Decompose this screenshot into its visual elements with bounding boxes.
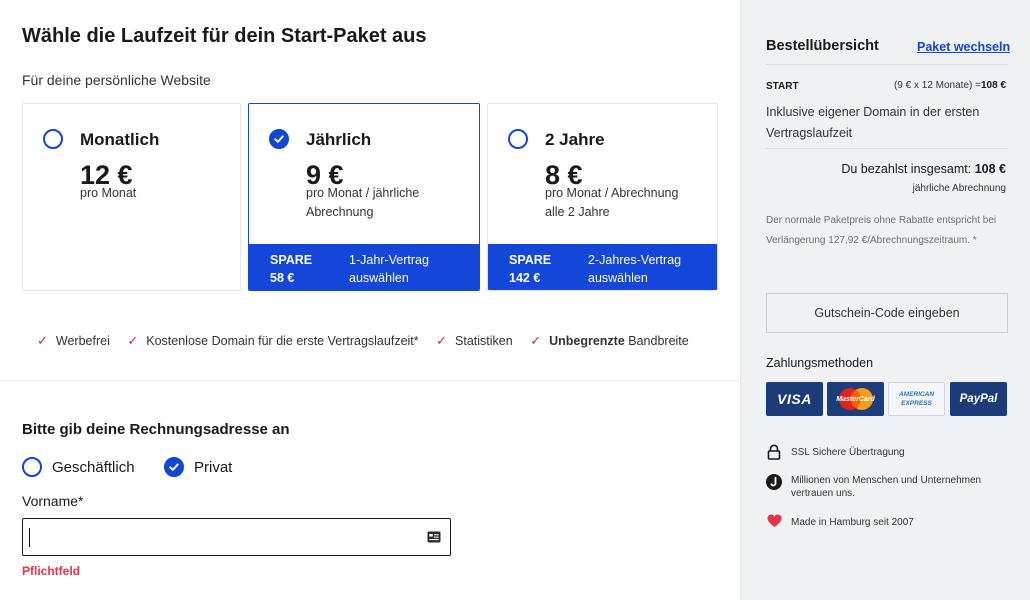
text-caret (29, 528, 30, 547)
visa-logo: VISA (766, 382, 823, 416)
divider (766, 64, 1008, 65)
change-package-link[interactable]: Paket wechseln (917, 40, 1010, 54)
plan-price-unit: pro Monat / Abrechnung alle 2 Jahre (545, 186, 679, 219)
plan-price-unit: pro Monat / jährliche Abrechnung (306, 186, 420, 219)
lock-icon (767, 444, 781, 460)
coupon-code-button[interactable]: Gutschein-Code eingeben (766, 293, 1008, 333)
option-label: Geschäftlich (52, 458, 135, 476)
order-summary-title: Bestellübersicht (766, 38, 879, 54)
trust-customers: Millionen von Menschen und Unternehmen v… (766, 474, 1011, 500)
feature-item: ✓ Werbefrei (37, 333, 110, 348)
plan-cta-bar[interactable]: SPARE 58 € 1-Jahr-Vertrag auswählen (249, 244, 479, 290)
firstname-label: Vorname* (22, 493, 84, 509)
plan-card-2-years[interactable]: 2 Jahre 8 € pro Monat / Abrechnung alle … (487, 103, 718, 291)
plan-card-yearly[interactable]: Jährlich 9 € pro Monat / jährliche Abrec… (248, 103, 480, 291)
checkmark-icon (169, 463, 179, 471)
select-yearly-link[interactable]: 1-Jahr-Vertrag auswählen (349, 251, 429, 287)
plan-radio-yearly[interactable] (269, 129, 289, 149)
checkmark-icon (274, 135, 284, 143)
amex-logo: AMERICAN EXPRESS (888, 382, 945, 416)
mastercard-logo: MasterCard (827, 382, 884, 416)
order-summary-sidebar: Bestellübersicht Paket wechseln START (9… (740, 0, 1030, 600)
plan-title: Jährlich (306, 130, 372, 149)
trust-made-in-hamburg: Made in Hamburg seit 2007 (766, 514, 914, 529)
plan-title: 2 Jahre (545, 130, 605, 149)
payment-methods-title: Zahlungsmethoden (766, 356, 874, 370)
section-divider (0, 380, 740, 381)
feature-list: ✓ Werbefrei ✓ Kostenlose Domain für die er… (37, 333, 703, 349)
plan-radio-2-years[interactable] (508, 129, 528, 149)
checkmark-icon: ✓ (37, 333, 48, 348)
heart-icon (767, 514, 781, 527)
feature-item: ✓ Unbegrenzte Bandbreite (530, 333, 689, 348)
radio-business[interactable] (22, 457, 42, 477)
checkmark-icon: ✓ (127, 333, 139, 348)
total-price: Du bezahlst insgesamt: 108 € (841, 162, 1006, 176)
required-field-error: Pflichtfeld (22, 564, 81, 578)
page-title: Wähle die Laufzeit für dein Start-Paket … (22, 25, 427, 47)
billing-period: jährliche Abrechnung (912, 183, 1006, 194)
price-calculation: (9 € x 12 Monate) =108 € (893, 80, 1006, 91)
main-content: Wähle die Laufzeit für dein Start-Paket … (0, 0, 740, 600)
billing-heading: Bitte gib deine Rechnungsadresse an (22, 421, 290, 438)
feature-item: ✓ Statistiken (436, 333, 513, 348)
contact-card-icon[interactable] (427, 531, 441, 543)
checkmark-icon: ✓ (436, 333, 448, 348)
plan-cta-bar[interactable]: SPARE 142 € 2-Jahres-Vertrag auswählen (488, 244, 717, 290)
plan-price-unit: pro Monat (80, 186, 137, 200)
renewal-price-note: Der normale Paketpreis ohne Rabatte ents… (766, 215, 997, 246)
select-2-years-link[interactable]: 2-Jahres-Vertrag auswählen (588, 251, 681, 287)
savings-badge: SPARE 58 € (270, 253, 313, 285)
option-business[interactable]: Geschäftlich (22, 457, 135, 477)
package-name: START (766, 81, 799, 92)
firstname-input[interactable] (22, 518, 451, 556)
plan-radio-monthly[interactable] (43, 129, 63, 149)
plan-card-monthly[interactable]: Monatlich 12 € pro Monat (22, 103, 241, 291)
option-private[interactable]: Privat (164, 457, 232, 477)
plan-title: Monatlich (80, 130, 160, 149)
brand-logo-icon (766, 474, 782, 490)
page-subtitle: Für deine persönliche Website (22, 72, 211, 88)
feature-item: ✓ Kostenlose Domain für die erste Vertrag… (127, 333, 419, 348)
paypal-logo: PayPal (950, 382, 1007, 416)
trust-ssl: SSL Sichere Übertragung (766, 444, 905, 460)
checkmark-icon: ✓ (530, 333, 542, 348)
radio-private[interactable] (164, 457, 184, 477)
divider (766, 148, 1008, 149)
domain-included-text: Inklusive eigener Domain in der ersten V… (766, 105, 980, 140)
option-label: Privat (194, 458, 233, 476)
savings-badge: SPARE 142 € (509, 253, 552, 285)
